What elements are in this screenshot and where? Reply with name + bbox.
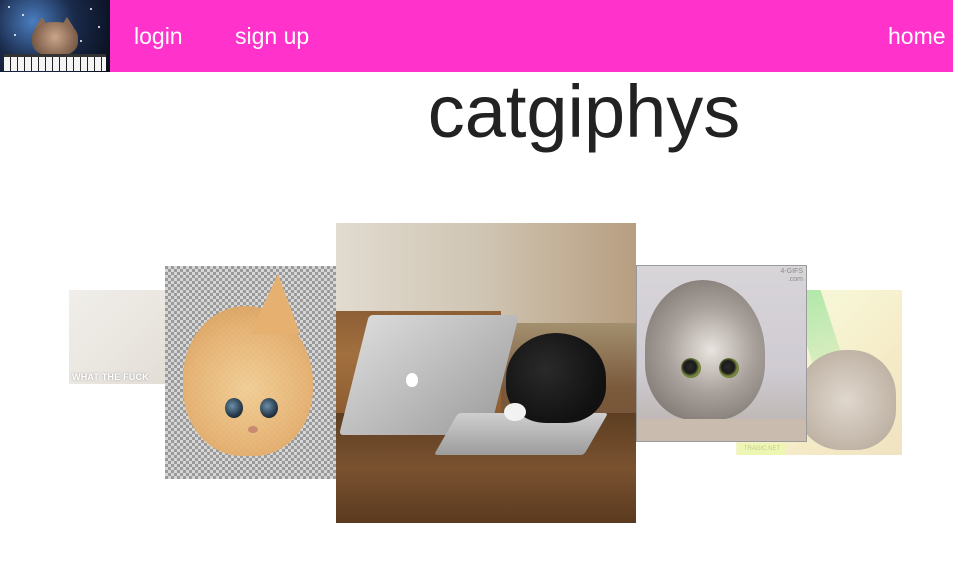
gif-tag: TRAGIC.NET [738, 443, 786, 455]
cat-eye [260, 398, 278, 418]
kitchen-wall [336, 223, 636, 323]
cat-nose [248, 426, 258, 433]
apple-logo-icon [406, 373, 418, 387]
page: login sign up home catgiphys WHAT THE FU… [0, 0, 953, 583]
carousel-slide-4[interactable]: 4-GIFS .com [636, 265, 807, 442]
rug [637, 419, 806, 441]
cat-eye [719, 358, 739, 378]
gif-carousel: WHAT THE FUCK TRAGIC.NET 4-GIFS .com [0, 0, 953, 583]
carousel-slide-1[interactable]: WHAT THE FUCK [69, 290, 165, 384]
gif-caption: WHAT THE FUCK [72, 372, 149, 382]
cat-image [796, 350, 896, 450]
cat-eye [681, 358, 701, 378]
cat-paw [504, 403, 526, 421]
carousel-slide-3[interactable] [336, 223, 636, 523]
cat-eye [225, 398, 243, 418]
cat-ear [250, 274, 300, 334]
cat-image [645, 280, 765, 420]
gif-watermark: 4-GIFS .com [780, 268, 803, 283]
carousel-slide-2[interactable] [165, 266, 336, 479]
